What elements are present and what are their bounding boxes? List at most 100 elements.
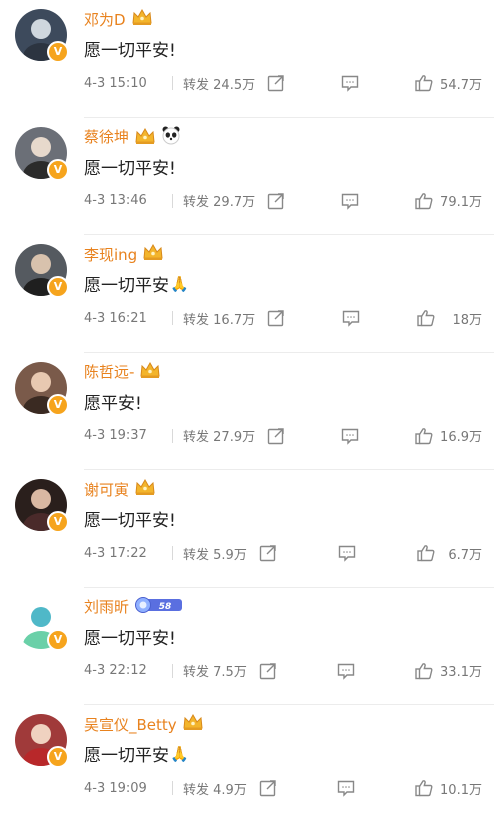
thumbs-up-icon — [414, 73, 434, 93]
timestamp: 4-3 13:46 — [84, 193, 147, 208]
comment-icon[interactable] — [337, 543, 357, 563]
level-medal-icon: 58 — [134, 596, 184, 614]
comment-item: V 吴宣仪_Betty 愿一切平安 🙏 4-3 19:09 转发 4.9万 10… — [0, 705, 494, 823]
repost-button[interactable]: 转发 27.9万 — [183, 426, 255, 445]
repost-count: 24.5万 — [213, 77, 256, 93]
like-count: 33.1万 — [440, 665, 482, 680]
repost-label: 转发 — [183, 782, 210, 798]
like-count: 54.7万 — [440, 77, 482, 93]
repost-button[interactable]: 转发 16.7万 — [183, 309, 255, 328]
comment-icon[interactable] — [340, 73, 360, 93]
comment-item: V 蔡徐坤 愿一切平安! 4-3 13:46 转发 29.7万 79.1万 — [0, 118, 494, 236]
like-button[interactable]: 79.1万 — [414, 191, 482, 211]
verified-badge-icon: V — [47, 158, 69, 181]
divider — [172, 76, 173, 90]
comment-text: 愿一切平安! — [84, 41, 176, 61]
thumbs-up-icon — [414, 661, 434, 681]
like-button[interactable]: 6.7万 — [416, 543, 482, 563]
panda-emoji-icon — [161, 125, 181, 145]
verified-badge-icon: V — [47, 746, 69, 768]
timestamp: 4-3 19:09 — [84, 780, 147, 796]
like-count: 10.1万 — [440, 782, 482, 798]
user-name[interactable]: 李现ing — [84, 244, 137, 265]
divider — [172, 546, 173, 560]
user-name[interactable]: 蔡徐坤 — [84, 126, 129, 147]
repost-count: 4.9万 — [213, 782, 247, 798]
divider — [172, 781, 173, 795]
comment-item: V 谢可寅 愿一切平安! 4-3 17:22 转发 5.9万 6.7万 — [0, 470, 494, 588]
crown-badge-icon — [134, 478, 156, 496]
like-count: 18万 — [452, 312, 482, 328]
timestamp: 4-3 17:22 — [84, 545, 147, 561]
verified-badge-icon: V — [47, 41, 69, 63]
repost-count: 29.7万 — [213, 195, 256, 210]
user-name[interactable]: 邓为D — [84, 9, 126, 30]
user-name[interactable]: 陈哲远- — [84, 361, 134, 382]
comment-text: 愿平安! — [84, 393, 142, 414]
comment-icon[interactable] — [340, 426, 360, 446]
svg-text:58: 58 — [159, 602, 172, 612]
share-icon[interactable] — [266, 73, 286, 93]
like-button[interactable]: 54.7万 — [414, 73, 482, 93]
divider — [172, 663, 173, 678]
share-icon[interactable] — [266, 191, 286, 211]
repost-button[interactable]: 转发 7.5万 — [183, 661, 247, 680]
comment-item: V 李现ing 愿一切平安 🙏 4-3 16:21 转发 16.7万 18万 — [0, 235, 494, 353]
repost-count: 16.7万 — [213, 312, 256, 328]
verified-badge-icon: V — [47, 628, 69, 651]
like-button[interactable]: 33.1万 — [414, 661, 482, 681]
thumbs-up-icon — [416, 308, 436, 328]
verified-badge-icon: V — [47, 511, 69, 533]
thumbs-up-icon — [414, 426, 434, 446]
repost-label: 转发 — [183, 77, 210, 93]
crown-badge-icon — [182, 713, 204, 731]
like-count: 79.1万 — [440, 195, 482, 210]
pray-emoji: 🙏 — [170, 274, 189, 293]
like-button[interactable]: 10.1万 — [414, 778, 482, 798]
share-icon[interactable] — [258, 543, 278, 563]
repost-button[interactable]: 转发 24.5万 — [183, 74, 255, 93]
repost-count: 5.9万 — [213, 547, 247, 563]
share-icon[interactable] — [266, 308, 286, 328]
pray-emoji: 🙏 — [170, 744, 189, 763]
divider — [172, 311, 173, 325]
repost-count: 27.9万 — [213, 430, 256, 445]
timestamp: 4-3 22:12 — [84, 663, 147, 678]
repost-count: 7.5万 — [213, 665, 247, 680]
share-icon[interactable] — [266, 426, 286, 446]
thumbs-up-icon — [414, 778, 434, 798]
crown-badge-icon — [131, 8, 153, 26]
user-name[interactable]: 谢可寅 — [84, 479, 129, 500]
share-icon[interactable] — [258, 661, 278, 681]
comment-text: 愿一切平安! — [84, 511, 176, 531]
like-button[interactable]: 16.9万 — [414, 426, 482, 446]
crown-badge-icon — [142, 243, 164, 261]
comment-icon[interactable] — [336, 661, 356, 681]
verified-badge-icon: V — [47, 276, 69, 298]
verified-badge-icon: V — [47, 393, 69, 416]
user-name[interactable]: 吴宣仪_Betty — [84, 714, 177, 735]
comment-item: V 刘雨昕 58 愿一切平安! 4-3 22:12 转发 7.5万 33.1万 — [0, 588, 494, 706]
comment-icon[interactable] — [340, 191, 360, 211]
repost-button[interactable]: 转发 29.7万 — [183, 191, 255, 210]
crown-badge-icon — [134, 127, 156, 145]
comment-item: V 陈哲远- 愿平安! 4-3 19:37 转发 27.9万 16.9万 — [0, 353, 494, 471]
comment-icon[interactable] — [341, 308, 361, 328]
divider — [172, 193, 173, 208]
comment-icon[interactable] — [336, 778, 356, 798]
repost-label: 转发 — [183, 665, 210, 680]
crown-badge-icon — [139, 361, 161, 379]
timestamp: 4-3 19:37 — [84, 428, 147, 443]
repost-label: 转发 — [183, 195, 210, 210]
share-icon[interactable] — [258, 778, 278, 798]
repost-button[interactable]: 转发 4.9万 — [183, 779, 247, 798]
thumbs-up-icon — [414, 191, 434, 211]
comment-text: 愿一切平安 🙏 — [84, 274, 189, 297]
user-name[interactable]: 刘雨昕 — [84, 596, 129, 617]
like-button[interactable]: 18万 — [416, 308, 482, 328]
comment-text: 愿一切平安! — [84, 628, 176, 649]
repost-label: 转发 — [183, 312, 210, 328]
timestamp: 4-3 15:10 — [84, 75, 147, 91]
comment-feed: V 邓为D 愿一切平安! 4-3 15:10 转发 24.5万 54.7万 V … — [0, 0, 494, 815]
repost-button[interactable]: 转发 5.9万 — [183, 544, 247, 563]
